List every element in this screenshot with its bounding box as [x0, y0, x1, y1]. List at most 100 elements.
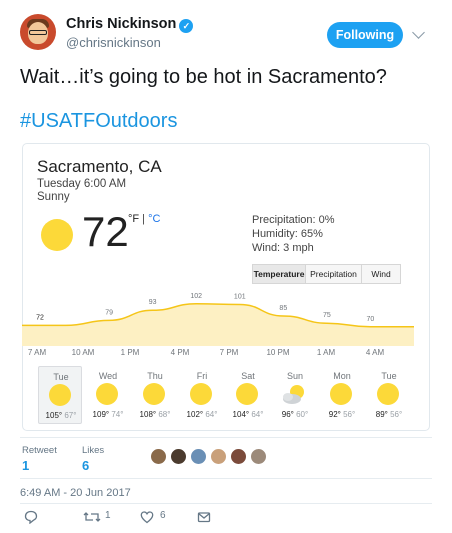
following-button[interactable]: Following — [327, 22, 403, 48]
forecast-high: 92° — [328, 410, 341, 419]
forecast-day-name: Tue — [381, 371, 397, 381]
forecast-day[interactable]: Sat 104° 64° — [226, 366, 270, 424]
forecast-high: 108° — [139, 410, 157, 419]
forecast-low: 56° — [343, 410, 356, 419]
sun-icon — [49, 384, 71, 406]
author-name[interactable]: Chris Nickinson ✓ — [66, 16, 194, 33]
forecast-high: 109° — [92, 410, 110, 419]
chevron-down-icon[interactable] — [412, 26, 425, 39]
author-name-text[interactable]: Chris Nickinson — [66, 16, 176, 32]
forecast-high: 102° — [186, 410, 204, 419]
forecast-day-name: Mon — [333, 371, 351, 381]
temperature-label: 79 — [105, 309, 113, 316]
direct-message-icon[interactable] — [197, 510, 211, 524]
hashtag-link[interactable]: #USATFOutdoors — [20, 110, 177, 133]
forecast-day[interactable]: Tue 105° 67° — [38, 366, 82, 424]
forecast-day-name: Sun — [286, 371, 303, 381]
temperature-label: 102 — [190, 293, 202, 300]
forecast-temps: 108° 68° — [133, 410, 177, 419]
forecast-high: 89° — [375, 410, 388, 419]
forecast-high: 105° — [45, 411, 63, 420]
hour-label: 1 AM — [316, 348, 336, 357]
hour-label: 1 PM — [120, 348, 140, 357]
tab-wind[interactable]: Wind — [362, 265, 400, 283]
sun-icon — [190, 383, 212, 405]
unit-celsius[interactable]: °C — [148, 213, 160, 225]
wind-text: Wind: 3 mph — [252, 242, 314, 254]
forecast-temps: 109° 74° — [86, 410, 130, 419]
weather-time: Tuesday 6:00 AM — [37, 178, 127, 190]
sun-icon — [330, 383, 352, 405]
likes-label[interactable]: Likes — [82, 445, 104, 456]
forecast-temps: 104° 64° — [226, 410, 270, 419]
forecast-day[interactable]: Thu 108° 68° — [133, 366, 177, 424]
liker-avatar[interactable] — [250, 448, 267, 465]
forecast-high: 96° — [281, 410, 294, 419]
unit-fahrenheit[interactable]: °F — [128, 213, 139, 225]
hour-label: 10 PM — [266, 348, 290, 357]
forecast-low: 64° — [251, 410, 264, 419]
sun-icon — [41, 219, 73, 251]
forecast-temps: 102° 64° — [180, 410, 224, 419]
hour-label: 4 AM — [365, 348, 385, 357]
forecast-day-name: Tue — [53, 372, 69, 382]
forecast-day-name: Thu — [147, 371, 163, 381]
forecast-low: 68° — [158, 410, 171, 419]
sun-icon — [377, 383, 399, 405]
likes-count[interactable]: 6 — [82, 458, 89, 473]
weather-condition: Sunny — [37, 191, 70, 203]
liker-avatar[interactable] — [150, 448, 167, 465]
divider — [20, 437, 432, 438]
sun-icon — [236, 383, 258, 405]
forecast-day[interactable]: Fri 102° 64° — [180, 366, 224, 424]
temperature-label: 75 — [323, 312, 331, 319]
temperature-label: 72 — [36, 314, 44, 321]
tweet-text: Wait…it’s going to be hot in Sacramento? — [20, 66, 387, 88]
liker-avatar[interactable] — [190, 448, 207, 465]
forecast-day-name: Sat — [241, 371, 255, 381]
forecast-low: 67° — [64, 411, 77, 420]
hour-label: 7 PM — [219, 348, 239, 357]
temperature-label: 70 — [367, 316, 375, 323]
forecast-temps: 96° 60° — [273, 410, 317, 419]
retweets-count[interactable]: 1 — [22, 458, 29, 473]
retweet-icon[interactable] — [83, 510, 101, 524]
forecast-temps: 105° 67° — [39, 411, 83, 420]
reply-icon[interactable] — [24, 510, 38, 524]
author-handle[interactable]: @chrisnickinson — [66, 35, 161, 50]
divider — [20, 478, 432, 479]
temperature-label: 101 — [234, 293, 246, 300]
forecast-temps: 92° 56° — [320, 410, 364, 419]
weather-temperature: 72 — [82, 208, 129, 255]
weather-tabs: Temperature Precipitation Wind — [252, 264, 401, 284]
temperature-label: 93 — [149, 299, 157, 306]
hour-label: 4 PM — [170, 348, 190, 357]
avatar-glasses — [29, 30, 47, 35]
sun-icon — [143, 383, 165, 405]
humidity-text: Humidity: 65% — [252, 228, 323, 240]
like-action-count: 6 — [160, 510, 166, 521]
sun-icon — [96, 383, 118, 405]
forecast-low: 60° — [296, 410, 309, 419]
temperature-chart: 72 79 93 102 101 85 75 70 — [22, 293, 414, 346]
heart-icon[interactable] — [140, 510, 154, 524]
forecast-day[interactable]: Wed 109° 74° — [86, 366, 130, 424]
forecast-low: 74° — [111, 410, 124, 419]
weather-location: Sacramento, CA — [37, 157, 162, 176]
forecast-day[interactable]: Mon 92° 56° — [320, 366, 364, 424]
liker-avatar[interactable] — [210, 448, 227, 465]
tweet-timestamp[interactable]: 6:49 AM - 20 Jun 2017 — [20, 487, 131, 499]
hour-label: 7 AM — [27, 348, 47, 357]
avatar[interactable] — [20, 14, 56, 50]
forecast-low: 56° — [390, 410, 403, 419]
forecast-high: 104° — [232, 410, 250, 419]
forecast-day[interactable]: Tue 89° 56° — [367, 366, 411, 424]
tab-temperature[interactable]: Temperature — [253, 265, 306, 283]
divider — [20, 503, 432, 504]
retweets-label[interactable]: Retweet — [22, 445, 57, 456]
liker-avatar[interactable] — [170, 448, 187, 465]
forecast-low: 64° — [205, 410, 218, 419]
tab-precipitation[interactable]: Precipitation — [306, 265, 362, 283]
forecast-day[interactable]: Sun 96° 60° — [273, 366, 317, 424]
liker-avatar[interactable] — [230, 448, 247, 465]
